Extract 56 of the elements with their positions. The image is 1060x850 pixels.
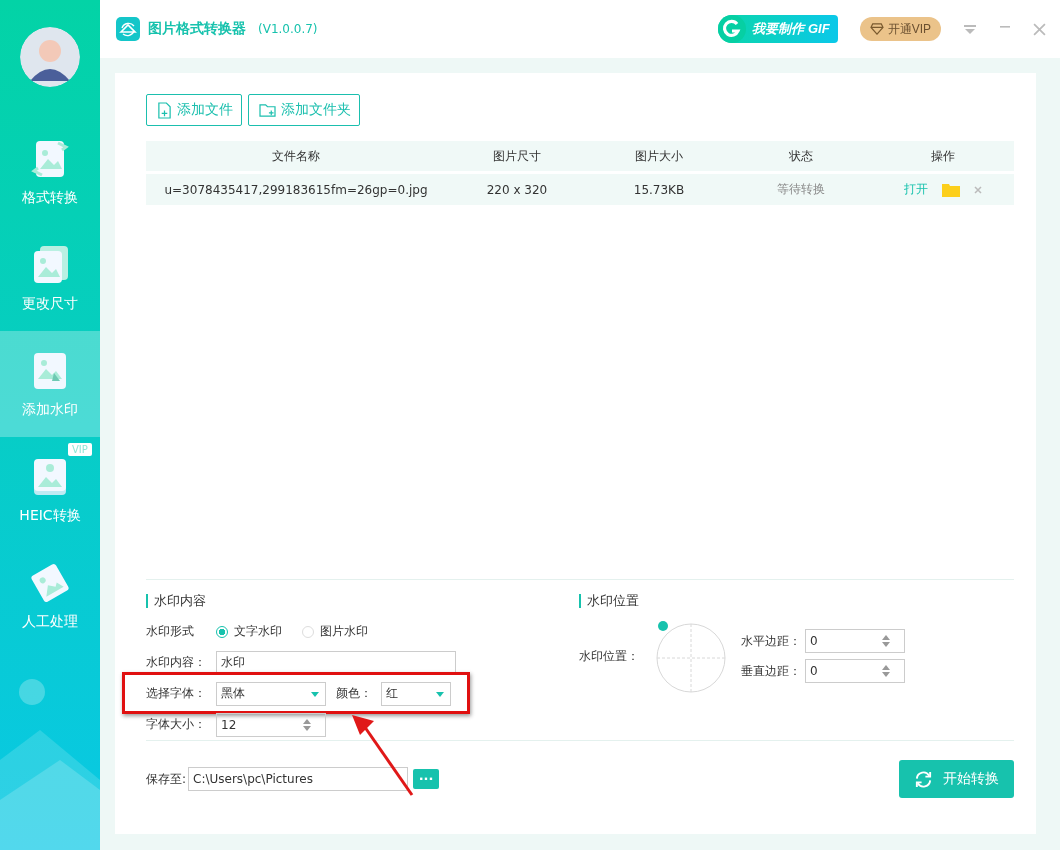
add-button[interactable]: 添加文件夹 <box>248 94 360 126</box>
avatar[interactable] <box>20 27 80 87</box>
sidebar-item[interactable]: 格式转换 <box>0 119 100 225</box>
column-header: 文件名称 <box>271 147 321 165</box>
radio-option[interactable]: 图片水印 <box>302 623 368 640</box>
refresh-icon <box>914 769 933 789</box>
close-icon[interactable] <box>1033 22 1046 36</box>
start-convert-button[interactable]: 开始转换 <box>899 760 1014 798</box>
table-cell-text: 15.73KB <box>632 182 686 197</box>
section-title: 水印内容 <box>146 594 579 608</box>
add-folder-icon <box>259 102 276 118</box>
field-label: 字体大小： <box>146 716 207 733</box>
column-header: 状态 <box>788 147 814 165</box>
input-field[interactable]: 水印 <box>216 650 456 675</box>
field-label: 颜色： <box>334 685 373 702</box>
column-header: 操作 <box>930 147 956 165</box>
field-label: 保存至: <box>146 770 187 788</box>
sidebar-item[interactable]: 人工处理 <box>0 543 100 649</box>
font-dropdown[interactable]: 黑体 <box>216 681 326 706</box>
number-spinner[interactable]: 0 <box>805 659 905 683</box>
folder-icon[interactable] <box>942 182 960 197</box>
dropdown-menu-icon[interactable] <box>963 23 977 35</box>
field-label: 水平边距： <box>741 632 802 650</box>
table-cell-text: u=3078435417,299183615fm=26gp=0.jpg <box>163 182 429 197</box>
position-dial[interactable] <box>653 618 729 694</box>
sidebar-item[interactable]: 添加水印 <box>0 331 100 437</box>
vip-button[interactable]: 开通VIP <box>859 17 941 41</box>
path-field[interactable]: C:\Users\pc\Pictures <box>188 767 409 791</box>
table-cell-text: 220 x 320 <box>485 182 549 197</box>
field-label: 垂直边距： <box>741 662 802 680</box>
sidebar-item[interactable]: 更改尺寸 <box>0 225 100 331</box>
number-spinner[interactable]: 0 <box>805 629 905 653</box>
column-header: 图片尺寸 <box>492 147 542 165</box>
app-version: (V1.0.0.7) <box>258 22 318 36</box>
radio-option[interactable]: 文字水印 <box>216 623 282 640</box>
number-spinner[interactable]: 12 <box>216 712 326 737</box>
gif-logo-icon <box>718 15 747 43</box>
make-gif-button[interactable]: 我要制作 GIF <box>718 15 838 43</box>
status-text: 等待转换 <box>776 181 826 198</box>
field-label: 选择字体： <box>146 685 207 702</box>
app-logo-icon <box>116 17 140 41</box>
field-label: 水印内容： <box>146 654 207 671</box>
add-button[interactable]: 添加文件 <box>146 94 242 126</box>
field-label: 水印位置： <box>579 647 640 665</box>
vip-badge: VIP <box>68 443 92 456</box>
sidebar-item[interactable]: VIP HEIC转换 <box>0 437 100 543</box>
field-label: 水印形式 <box>146 623 195 640</box>
add-file-icon <box>157 101 172 119</box>
color-dropdown[interactable]: 红 <box>381 681 451 706</box>
delete-icon[interactable] <box>974 185 982 194</box>
column-header: 图片大小 <box>634 147 684 165</box>
browse-button[interactable]: ··· <box>413 769 440 789</box>
diamond-icon <box>869 23 884 35</box>
section-title: 水印位置 <box>579 594 1012 608</box>
app-title: 图片格式转换器 <box>148 20 246 38</box>
open-link[interactable]: 打开 <box>904 181 928 198</box>
